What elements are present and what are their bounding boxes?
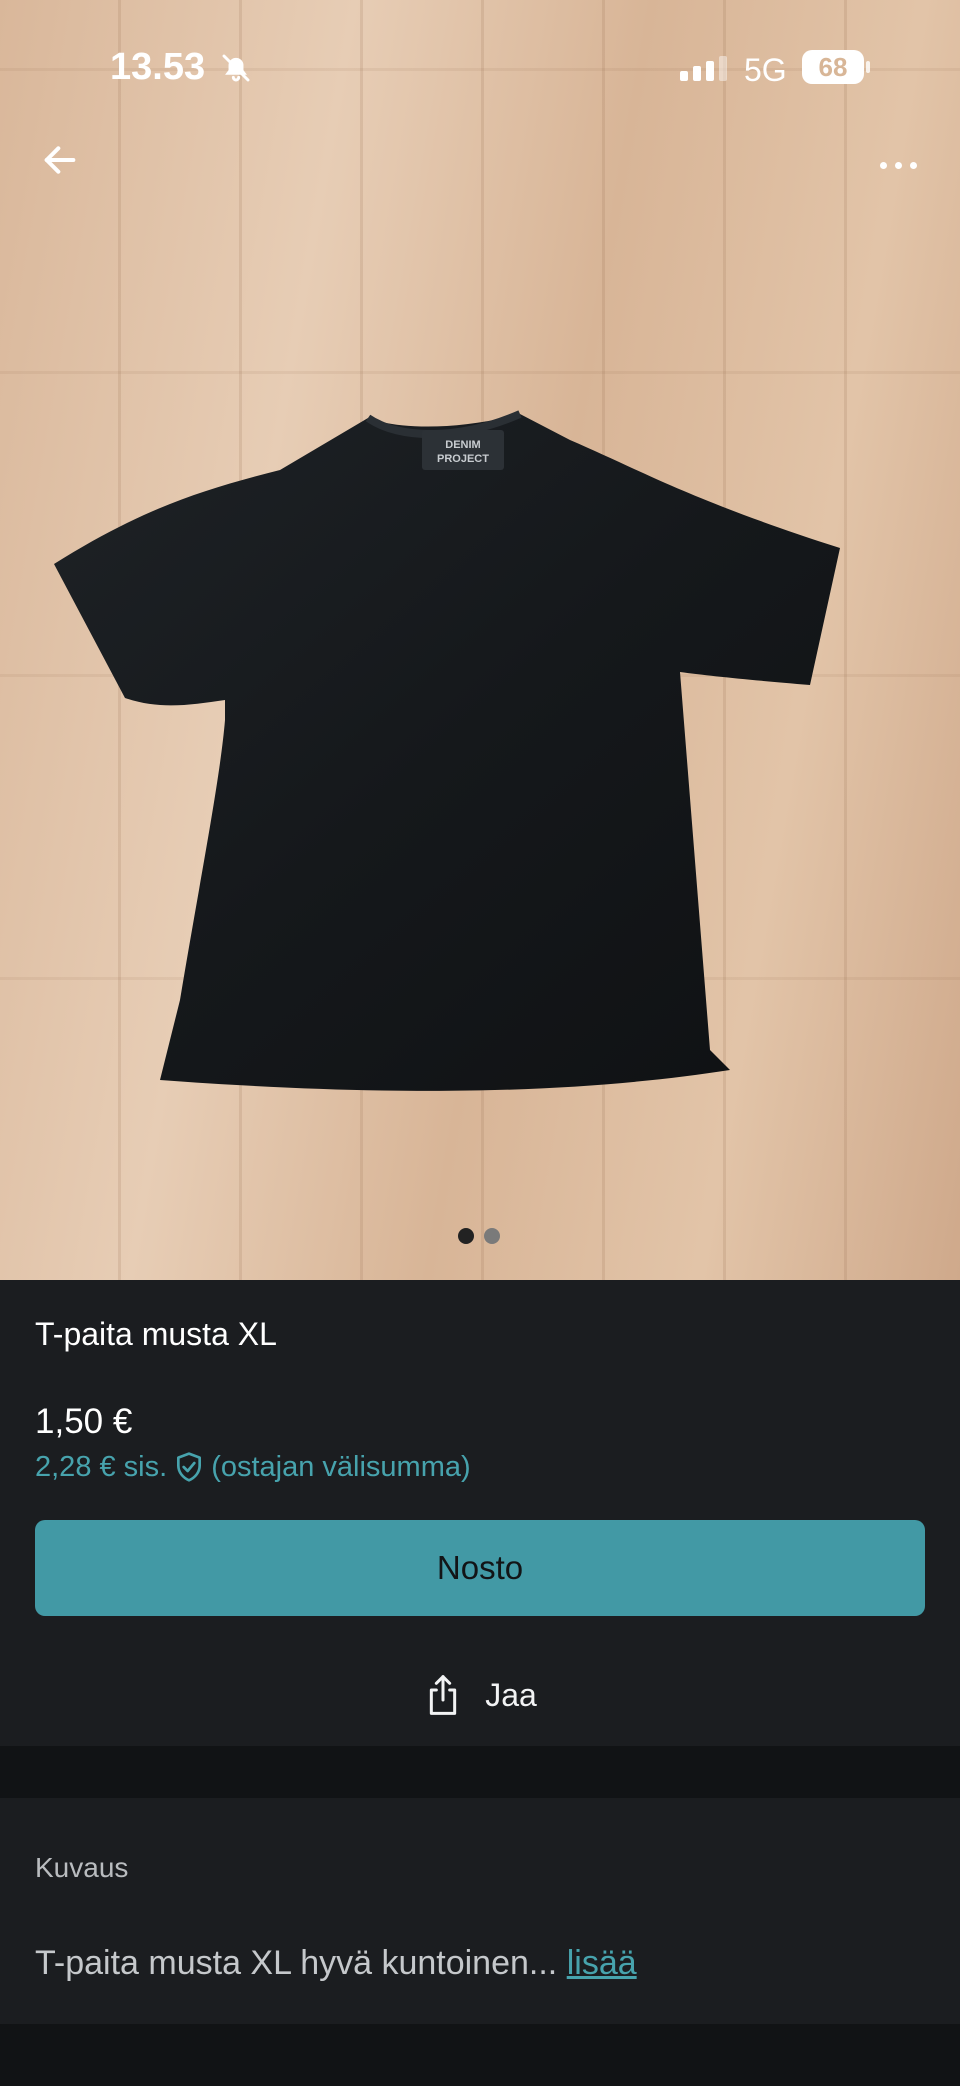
description-label: Kuvaus (35, 1852, 129, 1883)
product-photo[interactable]: 13.53 5G 68 DENIM PROJECT (0, 0, 960, 1280)
price-with-protection[interactable]: 2,28 € sis. (ostajan välisumma) (35, 1450, 471, 1484)
price-incl-note: (ostajan välisumma) (211, 1450, 471, 1483)
description-section: Kuvaus T-paita musta XL hyvä kuntoinen..… (0, 1798, 960, 2024)
battery-icon: 68 (802, 50, 870, 84)
price-incl-value: 2,28 € sis. (35, 1450, 168, 1483)
signal-icon (680, 56, 727, 81)
bottom-spacer (0, 2024, 960, 2086)
shield-check-icon (177, 1452, 202, 1482)
listing-price: 1,50 € (35, 1402, 133, 1441)
back-button[interactable] (32, 132, 88, 188)
description-text-row: T-paita musta XL hyvä kuntoinen... lisää (35, 1944, 637, 1983)
description-text: T-paita musta XL hyvä kuntoinen... (35, 1944, 558, 1982)
status-time: 13.53 (110, 46, 206, 88)
gallery-pagination (458, 1228, 500, 1244)
buy-button[interactable]: Nosto (35, 1520, 925, 1616)
tshirt-image: DENIM PROJECT (54, 410, 840, 1091)
gallery-dot-2[interactable] (484, 1228, 500, 1244)
description-more-link[interactable]: lisää (567, 1944, 637, 1982)
status-bar: 13.53 5G 68 (0, 0, 960, 140)
listing-info: T-paita musta XL 1,50 € 2,28 € sis. (ost… (0, 1280, 960, 1746)
share-label: Jaa (485, 1676, 537, 1713)
svg-text:PROJECT: PROJECT (437, 453, 489, 465)
network-type: 5G (744, 52, 787, 88)
section-divider (0, 1746, 960, 1798)
share-icon (430, 1675, 457, 1715)
more-options-button[interactable] (866, 140, 930, 190)
arrow-left-icon (44, 146, 76, 174)
bell-off-icon (220, 52, 252, 89)
svg-text:DENIM: DENIM (445, 439, 480, 451)
listing-title: T-paita musta XL (35, 1316, 277, 1352)
share-button[interactable]: Jaa (0, 1672, 960, 1718)
gallery-dot-1[interactable] (458, 1228, 474, 1244)
